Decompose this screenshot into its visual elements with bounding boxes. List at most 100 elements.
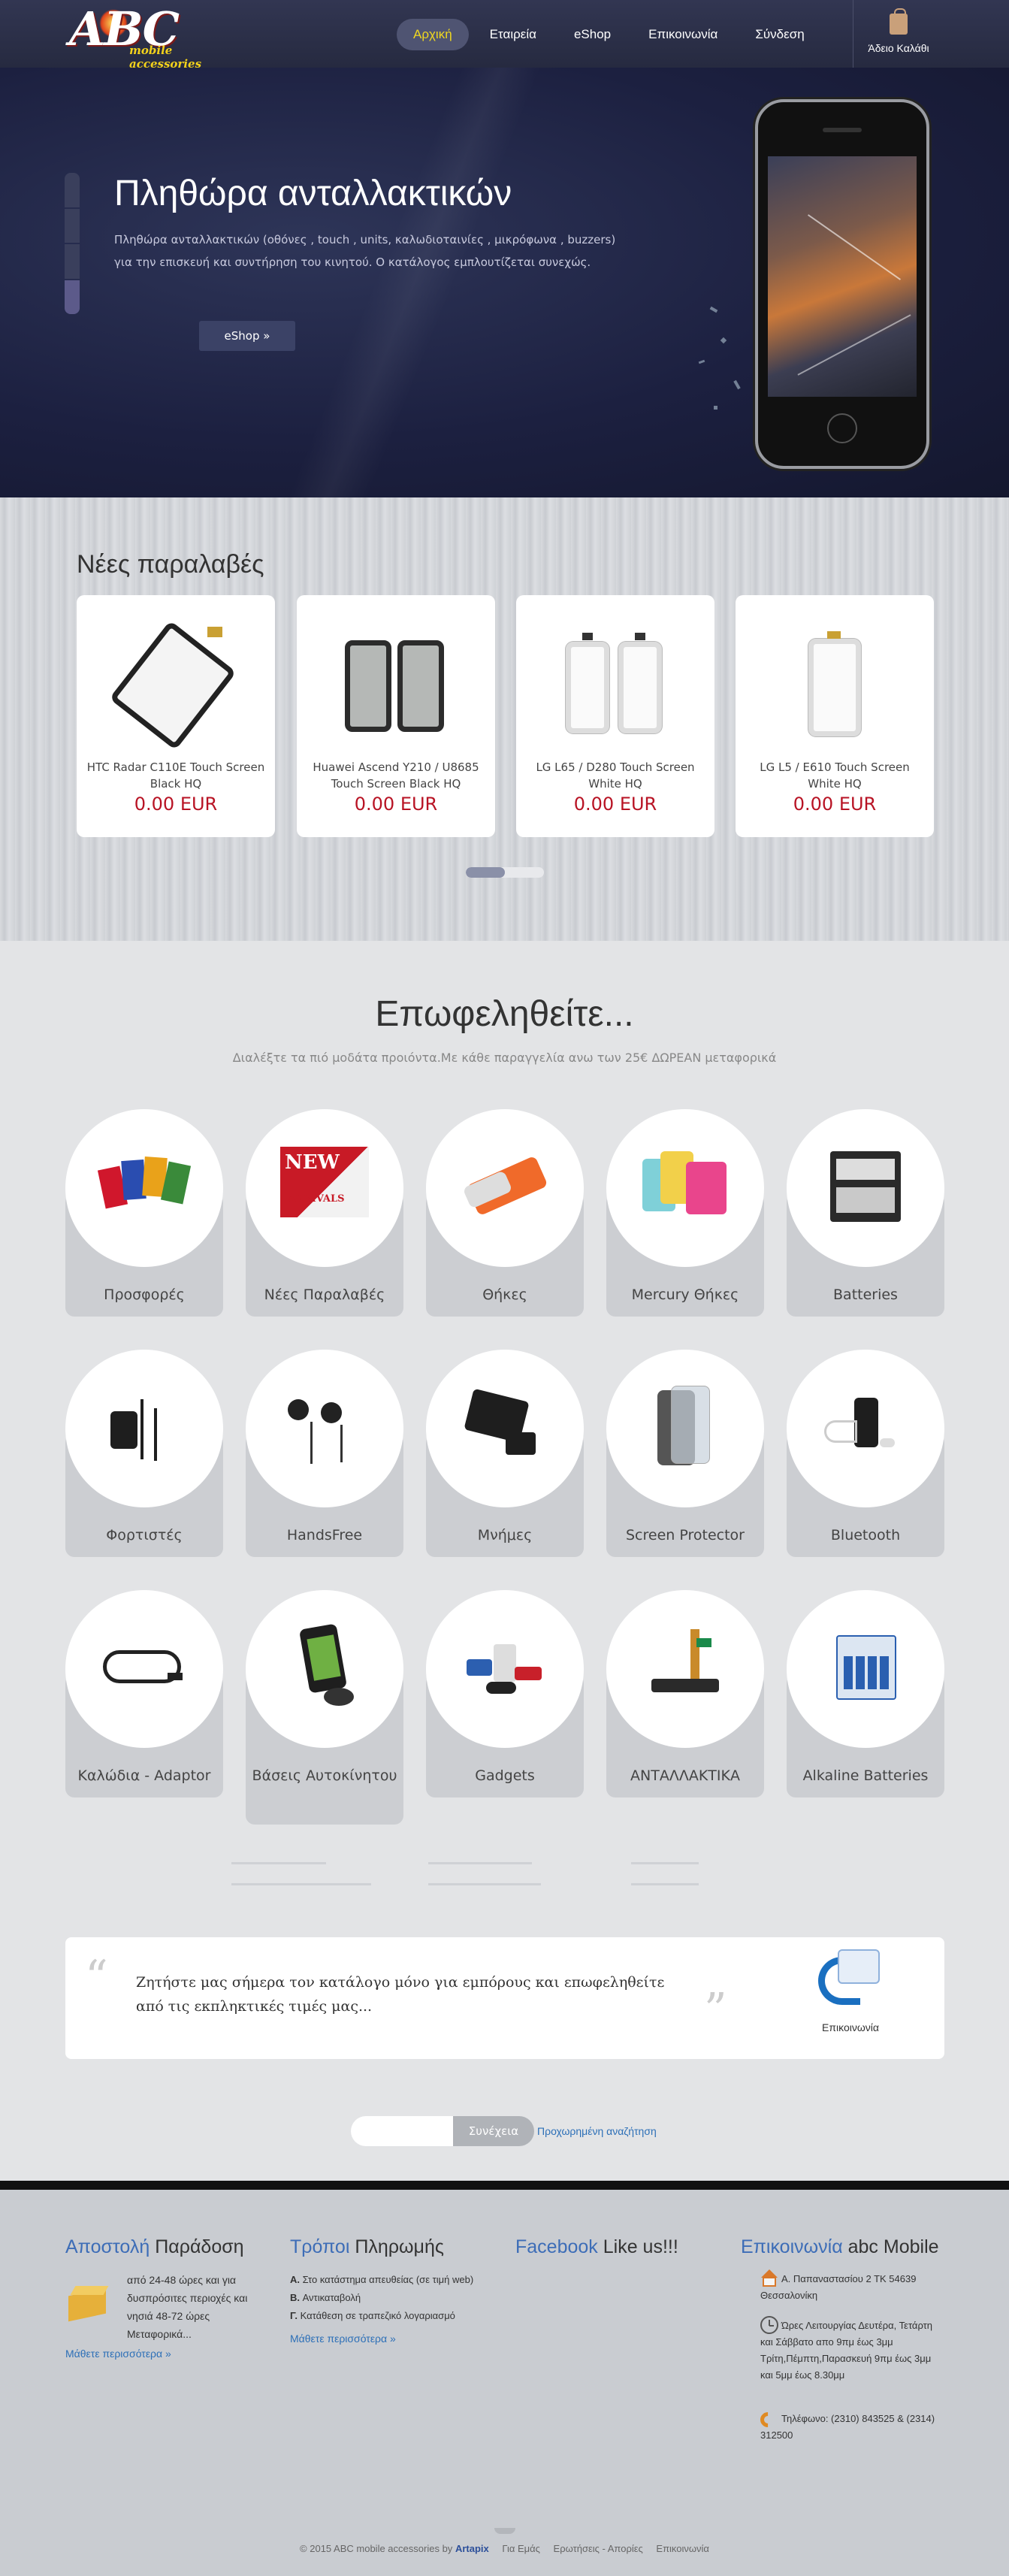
site-footer: Αποστολή Παράδοση από 24-48 ώρες και για…: [0, 2190, 1009, 2576]
contact-address: Α. Παπαναστασίου 2 ΤΚ 54639 Θεσσαλονίκη: [760, 2273, 917, 2301]
category-gadgets[interactable]: Gadgets: [426, 1590, 584, 1797]
category-new-arrivals[interactable]: NEW ARRIVALS Νέες Παραλαβές: [246, 1109, 403, 1317]
phone-contact-icon: [818, 1949, 883, 2009]
advanced-search-link[interactable]: Προχωρημένη αναζήτηση: [537, 2116, 657, 2146]
product-price: 0.00 EUR: [354, 794, 438, 815]
category-chargers[interactable]: Φορτιστές: [65, 1350, 223, 1557]
footer-divider: [0, 2181, 1009, 2190]
category-label: Φορτιστές: [106, 1527, 183, 1543]
delivery-title-highlight: Αποστολή: [65, 2236, 150, 2257]
carousel-pager[interactable]: [466, 867, 544, 878]
product-price: 0.00 EUR: [573, 794, 657, 815]
category-offers[interactable]: Προσφορές: [65, 1109, 223, 1317]
cart-button[interactable]: Άδειο Καλάθι: [853, 0, 943, 68]
category-mercury-cases[interactable]: Mercury Θήκες: [606, 1109, 764, 1317]
by-prefix: by: [442, 2543, 453, 2554]
memory-card-icon: [461, 1388, 549, 1464]
product-card[interactable]: Huawei Ascend Y210 / U8685 Touch Screen …: [297, 595, 495, 837]
category-label: Προσφορές: [104, 1286, 185, 1303]
category-screen-protector[interactable]: Screen Protector: [606, 1350, 764, 1557]
product-image: [766, 613, 904, 736]
delivery-text: από 24-48 ώρες και για δυσπρόσιτες περιο…: [127, 2274, 248, 2340]
search-input[interactable]: [351, 2116, 453, 2146]
category-label: HandsFree: [286, 1527, 363, 1543]
facebook-title-highlight[interactable]: Facebook: [515, 2236, 598, 2257]
product-name: HTC Radar C110E Touch Screen Black HQ: [86, 760, 265, 791]
product-card[interactable]: LG L65 / D280 Touch Screen White HQ 0.00…: [516, 595, 714, 837]
category-alkaline-batteries[interactable]: Alkaline Batteries: [787, 1590, 944, 1797]
category-bluetooth[interactable]: Bluetooth: [787, 1350, 944, 1557]
copyright-bar: © 2015 ABC mobile accessories by Artapix…: [0, 2543, 1009, 2554]
copyright-text: © 2015 ABC mobile accessories: [300, 2543, 440, 2554]
footer-facebook: Facebook Like us!!!: [515, 2236, 703, 2258]
nav-contact[interactable]: Επικοινωνία: [632, 19, 734, 50]
quote-text: Ζητήστε μας σήμερα τον κατάλογο μόνο για…: [136, 1974, 665, 2015]
nav-login[interactable]: Σύνδεση: [739, 19, 820, 50]
nav-home[interactable]: Αρχική: [397, 19, 469, 50]
new-arrivals-section: Νέες παραλαβές HTC Radar C110E Touch Scr…: [0, 497, 1009, 941]
category-cables[interactable]: Καλώδια - Adaptor: [65, 1590, 223, 1797]
search-submit-button[interactable]: Συνέχεια: [453, 2116, 534, 2146]
footer-delivery: Αποστολή Παράδοση από 24-48 ώρες και για…: [65, 2236, 253, 2360]
slide-dot[interactable]: [65, 173, 80, 207]
category-spare-parts[interactable]: ΑΝΤΑΛΛΑΚΤΙΚΑ: [606, 1590, 764, 1797]
top-navbar: ABC mobile accessories Αρχική Εταιρεία e…: [0, 0, 1009, 71]
earphones-icon: [280, 1392, 369, 1464]
product-price: 0.00 EUR: [793, 794, 877, 815]
payment-title-highlight: Τρόποι: [290, 2236, 350, 2257]
footer-link-faq[interactable]: Ερωτήσεις - Απορίες: [554, 2543, 643, 2554]
close-quote-icon: ”: [704, 1984, 727, 2036]
slider-pagination: [65, 173, 80, 316]
product-price: 0.00 EUR: [134, 794, 218, 815]
category-label: Bluetooth: [830, 1527, 901, 1543]
slide-dot[interactable]: [65, 244, 80, 279]
slide-dot-active[interactable]: [65, 280, 80, 314]
category-label: Μνήμες: [477, 1527, 533, 1543]
product-card[interactable]: HTC Radar C110E Touch Screen Black HQ 0.…: [77, 595, 275, 837]
category-label: Θήκες: [482, 1286, 527, 1303]
bluetooth-headset-icon: [824, 1390, 907, 1465]
payment-title: Πληρωμής: [355, 2236, 444, 2257]
footer-link-about[interactable]: Για Εμάς: [502, 2543, 540, 2554]
hero-eshop-button[interactable]: eShop »: [199, 321, 295, 351]
nav-eshop[interactable]: eShop: [557, 19, 627, 50]
payment-more-link[interactable]: Μάθετε περισσότερα »: [290, 2333, 396, 2345]
gadgets-icon: [459, 1629, 551, 1704]
site-logo[interactable]: ABC mobile accessories: [68, 2, 248, 71]
category-label: Alkaline Batteries: [802, 1767, 929, 1784]
main-nav: Αρχική Εταιρεία eShop Επικοινωνία Σύνδεσ…: [397, 18, 826, 51]
logo-tagline: mobile accessories: [129, 44, 202, 71]
benefit-lead: Διαλέξτε τα πιό μοδάτα προιόντα.Με κάθε …: [232, 1051, 777, 1065]
arrivals-title: Νέες παραλαβές: [77, 550, 264, 579]
product-card[interactable]: LG L5 / E610 Touch Screen White HQ 0.00 …: [736, 595, 934, 837]
flex-cable-icon: [644, 1629, 727, 1704]
delivery-more-link[interactable]: Μάθετε περισσότερα »: [65, 2348, 171, 2360]
new-arrivals-badge-icon: NEW ARRIVALS: [280, 1147, 369, 1217]
payment-option: B. Αντικαταβολή: [290, 2292, 361, 2303]
category-label: Screen Protector: [626, 1527, 745, 1543]
hero-slider: Πληθώρα ανταλλακτικών Πληθώρα ανταλλακτι…: [0, 68, 1009, 497]
alkaline-batteries-icon: [836, 1635, 896, 1700]
category-label: Βάσεις Αυτοκίνητου: [252, 1767, 397, 1784]
category-handsfree[interactable]: HandsFree: [246, 1350, 403, 1557]
category-cases[interactable]: Θήκες: [426, 1109, 584, 1317]
screen-protector-icon: [657, 1386, 714, 1468]
product-image: [327, 613, 465, 732]
category-memory[interactable]: Μνήμες: [426, 1350, 584, 1557]
slide-dot[interactable]: [65, 208, 80, 243]
nav-company[interactable]: Εταιρεία: [473, 19, 553, 50]
category-batteries[interactable]: Batteries: [787, 1109, 944, 1317]
benefit-title: Επωφεληθείτε...: [375, 994, 634, 1034]
footer-link-contact[interactable]: Επικοινωνία: [656, 2543, 709, 2554]
artapix-link[interactable]: Artapix: [455, 2543, 489, 2554]
category-car-holders[interactable]: Βάσεις Αυτοκίνητου: [246, 1590, 403, 1825]
car-holder-icon: [289, 1623, 364, 1709]
cable-icon: [103, 1643, 186, 1695]
facebook-title: Like us!!!: [603, 2236, 678, 2257]
delivery-box-icon: [68, 2283, 110, 2322]
product-name: LG L65 / D280 Touch Screen White HQ: [536, 760, 695, 791]
category-label: Gadgets: [475, 1767, 535, 1784]
open-quote-icon: “: [85, 1951, 108, 2003]
hero-text: Πληθώρα ανταλλακτικών (οθόνες , touch , …: [114, 233, 616, 269]
product-image: [107, 613, 245, 751]
